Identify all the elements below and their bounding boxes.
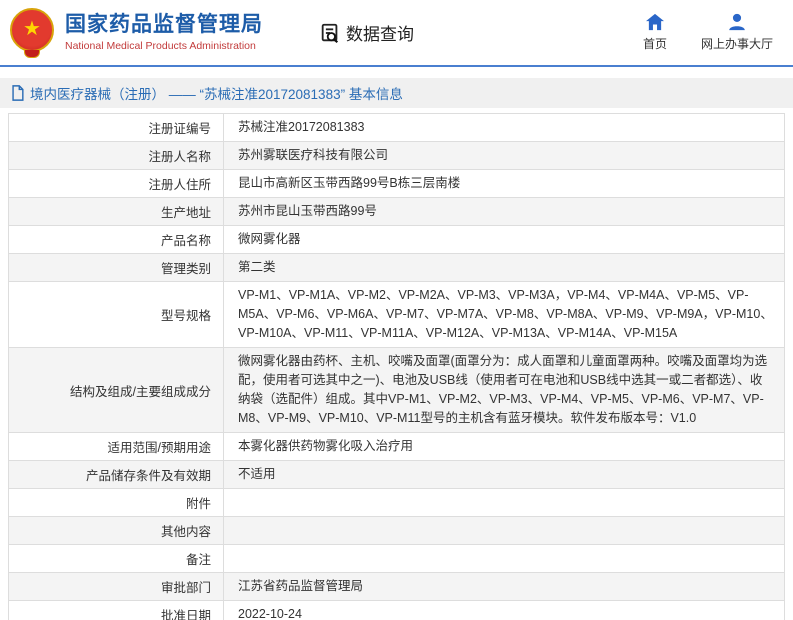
table-row: 生产地址苏州市昆山玉带西路99号 <box>9 198 785 226</box>
row-value: 第二类 <box>224 254 785 282</box>
table-row: 注册证编号苏械注准20172081383 <box>9 114 785 142</box>
page: ★ 国家药品监督管理局 National Medical Products Ad… <box>0 0 793 620</box>
nav-home-label: 首页 <box>643 35 667 52</box>
row-label: 型号规格 <box>9 282 224 348</box>
emblem-ribbon <box>24 50 40 58</box>
row-value <box>224 545 785 573</box>
row-label: 注册人住所 <box>9 170 224 198</box>
row-label: 适用范围/预期用途 <box>9 433 224 461</box>
nav-service-hall-label: 网上办事大厅 <box>701 35 773 52</box>
table-row: 结构及组成/主要组成成分微网雾化器由药杯、主机、咬嘴及面罩(面罩分为：成人面罩和… <box>9 348 785 433</box>
data-query-icon <box>319 22 341 44</box>
row-label: 产品储存条件及有效期 <box>9 461 224 489</box>
site-subtitle: National Medical Products Administration <box>65 40 263 52</box>
row-label: 其他内容 <box>9 517 224 545</box>
data-query-label: 数据查询 <box>346 20 414 45</box>
table-row: 附件 <box>9 489 785 517</box>
table-row: 审批部门江苏省药品监督管理局 <box>9 573 785 601</box>
brand-block: 国家药品监督管理局 National Medical Products Admi… <box>65 13 263 51</box>
row-value: 本雾化器供药物雾化吸入治疗用 <box>224 433 785 461</box>
row-value: 2022-10-24 <box>224 601 785 620</box>
user-icon <box>727 13 747 31</box>
table-row: 其他内容 <box>9 517 785 545</box>
registration-info-table: 注册证编号苏械注准20172081383注册人名称苏州雾联医疗科技有限公司注册人… <box>8 113 785 620</box>
site-title: 国家药品监督管理局 <box>65 13 263 37</box>
row-label: 注册证编号 <box>9 114 224 142</box>
table-row: 批准日期2022-10-24 <box>9 601 785 620</box>
row-value <box>224 517 785 545</box>
national-emblem-logo: ★ <box>10 8 56 58</box>
table-row: 产品名称微网雾化器 <box>9 226 785 254</box>
row-label: 结构及组成/主要组成成分 <box>9 348 224 433</box>
row-value: 微网雾化器由药杯、主机、咬嘴及面罩(面罩分为：成人面罩和儿童面罩两种。咬嘴及面罩… <box>224 348 785 433</box>
row-label: 注册人名称 <box>9 142 224 170</box>
row-label: 批准日期 <box>9 601 224 620</box>
top-nav: 首页 网上办事大厅 <box>643 13 779 52</box>
table-row: 注册人名称苏州雾联医疗科技有限公司 <box>9 142 785 170</box>
home-icon <box>645 13 665 31</box>
breadcrumb: 境内医疗器械（注册） —— “苏械注准20172081383” 基本信息 <box>0 78 793 108</box>
table-row: 管理类别第二类 <box>9 254 785 282</box>
row-value <box>224 489 785 517</box>
row-value: 苏州市昆山玉带西路99号 <box>224 198 785 226</box>
nav-service-hall[interactable]: 网上办事大厅 <box>701 13 773 52</box>
table-row: 注册人住所昆山市高新区玉带西路99号B栋三层南楼 <box>9 170 785 198</box>
data-query-nav[interactable]: 数据查询 <box>319 20 414 45</box>
row-value: 不适用 <box>224 461 785 489</box>
document-icon <box>10 85 25 101</box>
site-header: ★ 国家药品监督管理局 National Medical Products Ad… <box>0 0 793 67</box>
row-value: 江苏省药品监督管理局 <box>224 573 785 601</box>
row-label: 管理类别 <box>9 254 224 282</box>
row-label: 附件 <box>9 489 224 517</box>
row-value: 昆山市高新区玉带西路99号B栋三层南楼 <box>224 170 785 198</box>
table-row: 适用范围/预期用途本雾化器供药物雾化吸入治疗用 <box>9 433 785 461</box>
info-table-body: 注册证编号苏械注准20172081383注册人名称苏州雾联医疗科技有限公司注册人… <box>9 114 785 620</box>
table-row: 产品储存条件及有效期不适用 <box>9 461 785 489</box>
row-label: 审批部门 <box>9 573 224 601</box>
row-value: 苏州雾联医疗科技有限公司 <box>224 142 785 170</box>
emblem-star-icon: ★ <box>23 19 41 39</box>
row-value: VP-M1、VP-M1A、VP-M2、VP-M2A、VP-M3、VP-M3A，V… <box>224 282 785 348</box>
row-label: 产品名称 <box>9 226 224 254</box>
nav-home[interactable]: 首页 <box>643 13 667 52</box>
table-row: 型号规格VP-M1、VP-M1A、VP-M2、VP-M2A、VP-M3、VP-M… <box>9 282 785 348</box>
row-label: 生产地址 <box>9 198 224 226</box>
row-label: 备注 <box>9 545 224 573</box>
row-value: 微网雾化器 <box>224 226 785 254</box>
table-row: 备注 <box>9 545 785 573</box>
breadcrumb-text: 境内医疗器械（注册） —— “苏械注准20172081383” 基本信息 <box>30 83 403 103</box>
row-value: 苏械注准20172081383 <box>224 114 785 142</box>
